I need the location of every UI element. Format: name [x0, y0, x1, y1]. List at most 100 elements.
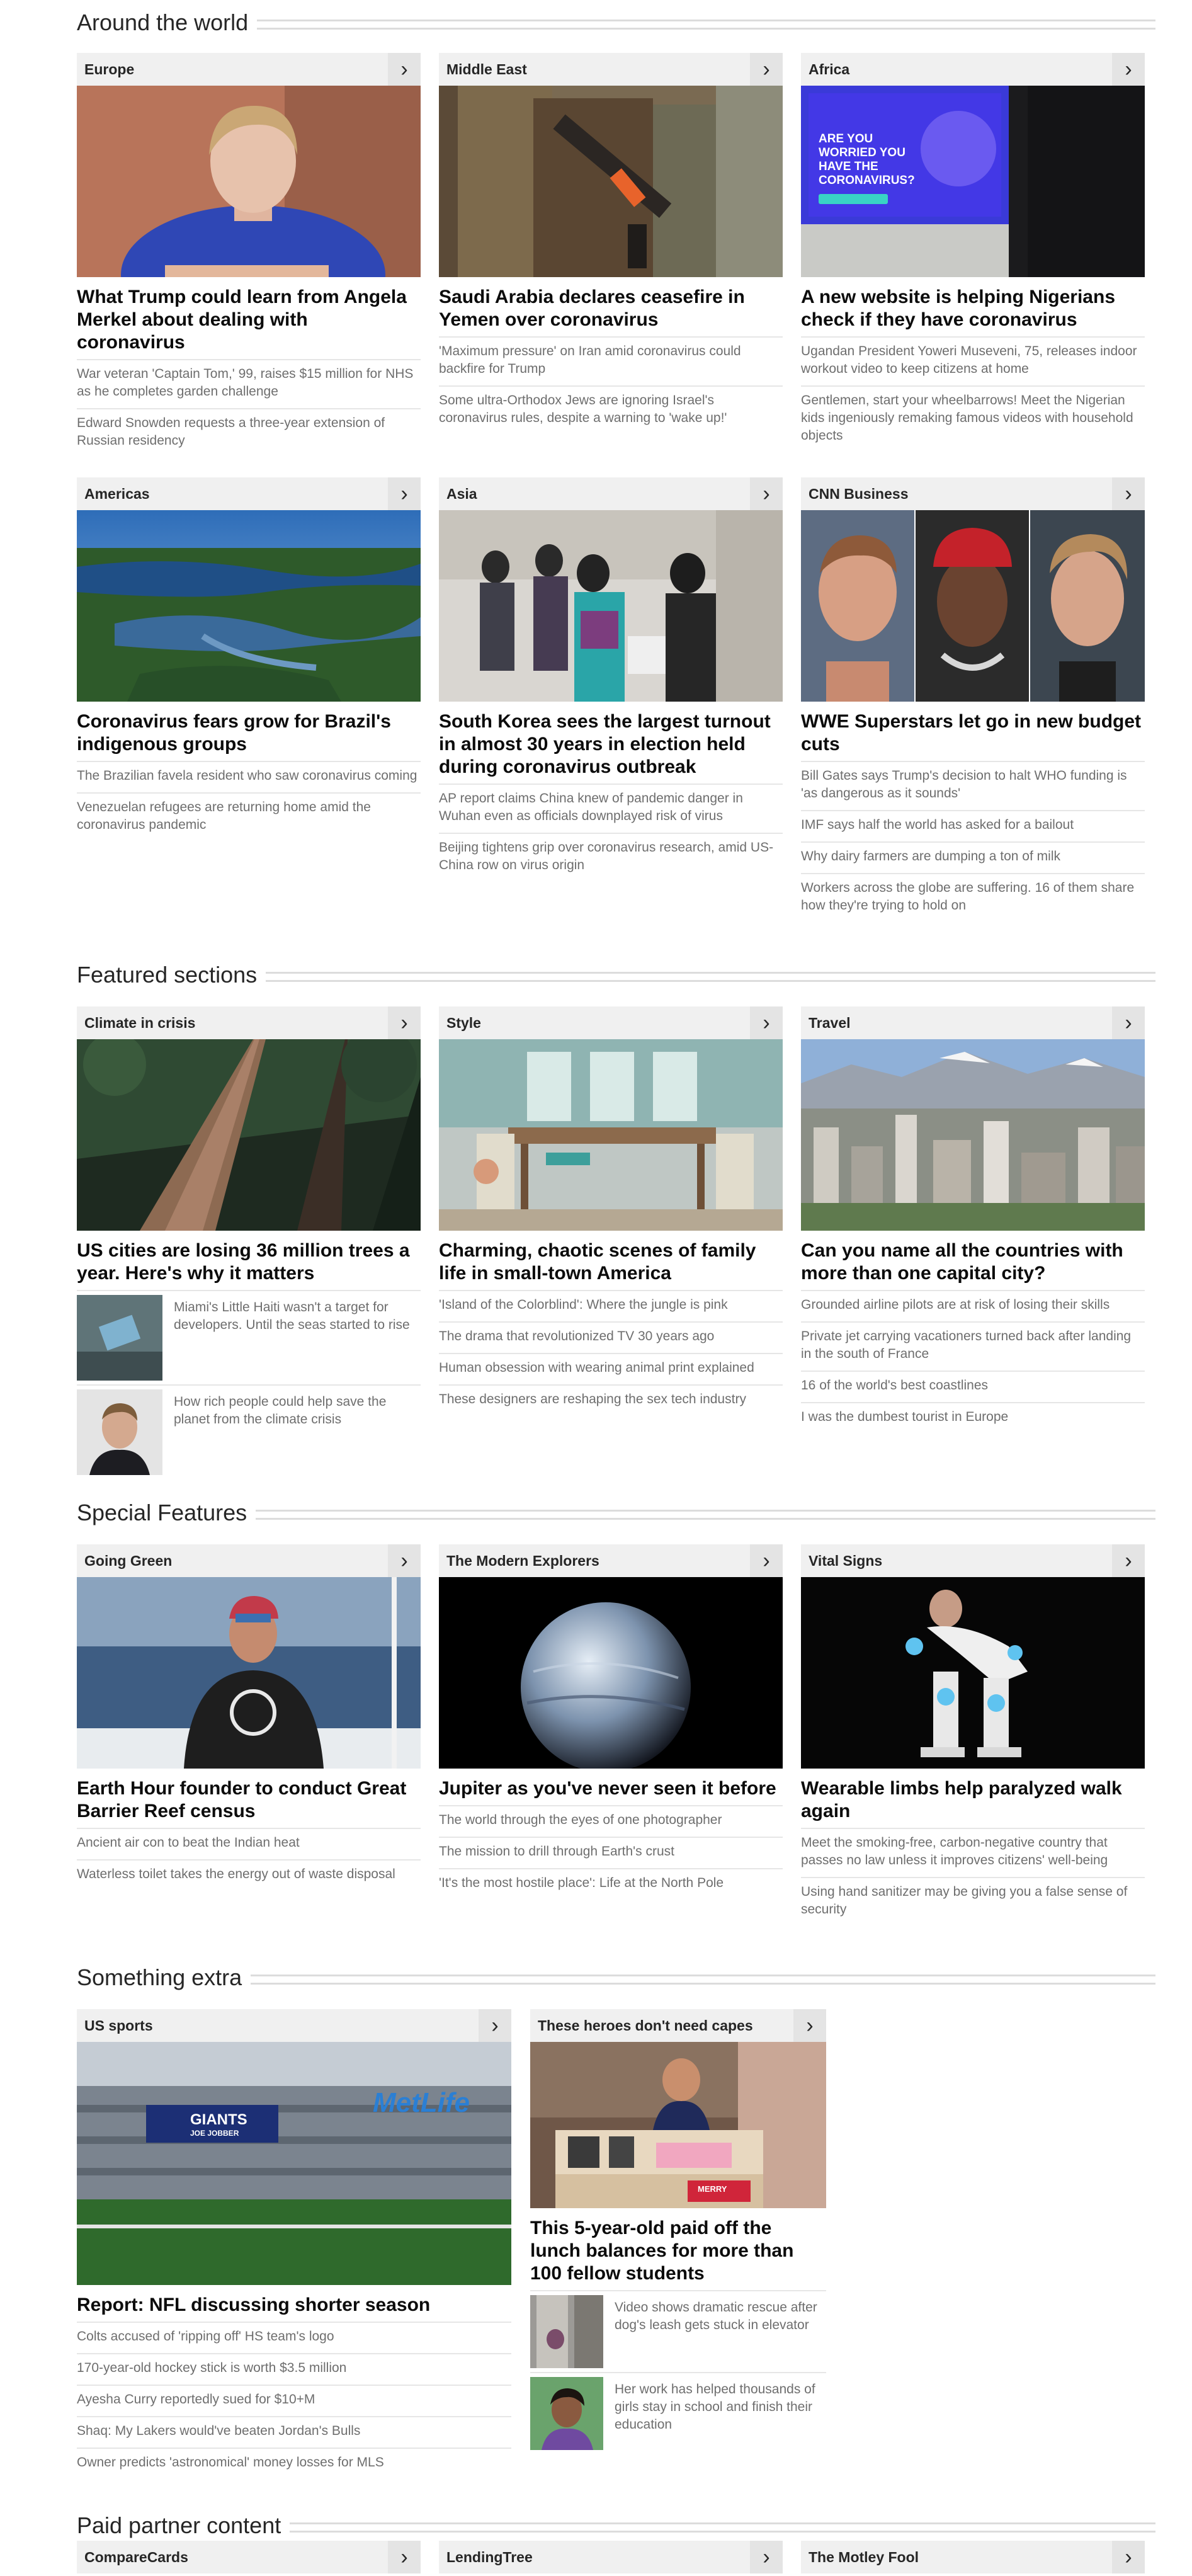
chevron-right-icon[interactable]: › — [388, 2541, 421, 2573]
story-link[interactable]: Some ultra-Orthodox Jews are ignoring Is… — [439, 385, 783, 435]
story-headline[interactable]: What Trump could learn from Angela Merke… — [77, 286, 421, 354]
story-link[interactable]: Bill Gates says Trump's decision to halt… — [801, 761, 1145, 810]
city-skyline-photo[interactable] — [801, 1039, 1145, 1231]
chevron-right-icon[interactable]: › — [1112, 2541, 1145, 2573]
story-headline[interactable]: US cities are losing 36 million trees a … — [77, 1240, 421, 1285]
zone-header-vital-signs[interactable]: Vital Signs › — [801, 1544, 1145, 1577]
story-link[interactable]: I was the dumbest tourist in Europe — [801, 1402, 1145, 1433]
story-headline[interactable]: WWE Superstars let go in new budget cuts — [801, 710, 1145, 756]
zone-header-climate[interactable]: Climate in crisis › — [77, 1006, 421, 1039]
thumb-story[interactable]: Video shows dramatic rescue after dog's … — [530, 2290, 826, 2372]
thumb-story[interactable]: How rich people could help save the plan… — [77, 1384, 421, 1479]
story-link[interactable]: AP report claims China knew of pandemic … — [439, 784, 783, 833]
story-headline[interactable]: Jupiter as you've never seen it before — [439, 1777, 783, 1800]
sailor-photo[interactable] — [77, 1577, 421, 1769]
story-link[interactable]: The world through the eyes of one photog… — [439, 1805, 783, 1837]
zone-header-africa[interactable]: Africa › — [801, 53, 1145, 86]
merkel-photo[interactable] — [77, 86, 421, 277]
chevron-right-icon[interactable]: › — [750, 53, 783, 86]
zone-header-asia[interactable]: Asia › — [439, 477, 783, 510]
chevron-right-icon[interactable]: › — [1112, 1544, 1145, 1577]
story-link[interactable]: Grounded airline pilots are at risk of l… — [801, 1290, 1145, 1321]
chevron-right-icon[interactable]: › — [388, 1544, 421, 1577]
story-link[interactable]: Using hand sanitizer may be giving you a… — [801, 1877, 1145, 1926]
chevron-right-icon[interactable]: › — [750, 477, 783, 510]
zone-header-middle-east[interactable]: Middle East › — [439, 53, 783, 86]
story-link[interactable]: 'It's the most hostile place': Life at t… — [439, 1868, 783, 1900]
chevron-right-icon[interactable]: › — [750, 1544, 783, 1577]
story-link[interactable]: The Brazilian favela resident who saw co… — [77, 761, 421, 792]
chevron-right-icon[interactable]: › — [1112, 53, 1145, 86]
zone-header-americas[interactable]: Americas › — [77, 477, 421, 510]
zone-header-lendingtree[interactable]: LendingTree › — [439, 2541, 783, 2573]
story-link[interactable]: Ancient air con to beat the Indian heat — [77, 1828, 421, 1859]
zone-header-motley-fool[interactable]: The Motley Fool › — [801, 2541, 1145, 2573]
story-headline[interactable]: Coronavirus fears grow for Brazil's indi… — [77, 710, 421, 756]
story-headline[interactable]: This 5-year-old paid off the lunch balan… — [530, 2217, 814, 2285]
soldiers-photo[interactable] — [439, 86, 783, 277]
story-headline[interactable]: Saudi Arabia declares ceasefire in Yemen… — [439, 286, 783, 331]
zone-header-travel[interactable]: Travel › — [801, 1006, 1145, 1039]
story-link[interactable]: Shaq: My Lakers would've beaten Jordan's… — [77, 2416, 511, 2448]
story-link[interactable]: Waterless toilet takes the energy out of… — [77, 1859, 421, 1891]
chevron-right-icon[interactable]: › — [388, 1006, 421, 1039]
jupiter-photo[interactable] — [439, 1577, 783, 1769]
chevron-right-icon[interactable]: › — [479, 2009, 511, 2042]
family-dining-photo[interactable] — [439, 1039, 783, 1231]
thumb-story-text[interactable]: Her work has helped thousands of girls s… — [612, 2377, 826, 2450]
story-headline[interactable]: A new website is helping Nigerians check… — [801, 286, 1145, 331]
actor-portrait-thumbnail[interactable] — [77, 1389, 162, 1475]
chevron-right-icon[interactable]: › — [750, 1006, 783, 1039]
story-link[interactable]: Workers across the globe are suffering. … — [801, 873, 1145, 922]
laptop-photo[interactable]: ARE YOU WORRIED YOU HAVE THE CORONAVIRUS… — [801, 86, 1145, 277]
story-link[interactable]: 16 of the world's best coastlines — [801, 1371, 1145, 1402]
story-link[interactable]: 170-year-old hockey stick is worth $3.5 … — [77, 2353, 511, 2385]
story-link[interactable]: Why dairy farmers are dumping a ton of m… — [801, 841, 1145, 873]
story-link[interactable]: War veteran 'Captain Tom,' 99, raises $1… — [77, 359, 421, 408]
zone-header-going-green[interactable]: Going Green › — [77, 1544, 421, 1577]
zone-header-modern-explorers[interactable]: The Modern Explorers › — [439, 1544, 783, 1577]
flooded-road-thumbnail[interactable] — [77, 1295, 162, 1381]
story-link[interactable]: Ayesha Curry reportedly sued for $10+M — [77, 2385, 511, 2416]
wrestlers-photo[interactable] — [801, 510, 1145, 702]
river-aerial-photo[interactable] — [77, 510, 421, 702]
zone-header-comparecards[interactable]: CompareCards › — [77, 2541, 421, 2573]
story-link[interactable]: 'Island of the Colorblind': Where the ju… — [439, 1290, 783, 1321]
story-link[interactable]: These designers are reshaping the sex te… — [439, 1384, 783, 1416]
story-link[interactable]: Meet the smoking-free, carbon-negative c… — [801, 1828, 1145, 1877]
woman-portrait-thumbnail[interactable] — [530, 2377, 603, 2450]
story-headline[interactable]: Report: NFL discussing shorter season — [77, 2294, 511, 2317]
story-link[interactable]: Human obsession with wearing animal prin… — [439, 1353, 783, 1384]
thumb-story-text[interactable]: Miami's Little Haiti wasn't a target for… — [171, 1295, 421, 1381]
zone-header-us-sports[interactable]: US sports › — [77, 2009, 511, 2042]
thumb-story[interactable]: Miami's Little Haiti wasn't a target for… — [77, 1290, 421, 1384]
story-link[interactable]: Owner predicts 'astronomical' money loss… — [77, 2448, 511, 2479]
chevron-right-icon[interactable]: › — [388, 53, 421, 86]
zone-header-style[interactable]: Style › — [439, 1006, 783, 1039]
story-link[interactable]: The mission to drill through Earth's cru… — [439, 1837, 783, 1868]
chevron-right-icon[interactable]: › — [1112, 477, 1145, 510]
elevator-thumbnail[interactable] — [530, 2295, 603, 2368]
story-link[interactable]: Private jet carrying vacationers turned … — [801, 1321, 1145, 1371]
election-queue-photo[interactable] — [439, 510, 783, 702]
stadium-photo[interactable]: MetLife GIANTS JOE JOBBER — [77, 2042, 511, 2285]
chevron-right-icon[interactable]: › — [793, 2009, 826, 2042]
story-link[interactable]: 'Maximum pressure' on Iran amid coronavi… — [439, 336, 783, 385]
story-link[interactable]: Edward Snowden requests a three-year ext… — [77, 408, 421, 457]
story-headline[interactable]: Charming, chaotic scenes of family life … — [439, 1240, 783, 1285]
zone-header-europe[interactable]: Europe › — [77, 53, 421, 86]
story-link[interactable]: Ugandan President Yoweri Museveni, 75, r… — [801, 336, 1145, 385]
exoskeleton-photo[interactable] — [801, 1577, 1145, 1769]
trees-photo[interactable] — [77, 1039, 421, 1231]
lemonade-stand-photo[interactable]: MERRY — [530, 2042, 826, 2208]
story-link[interactable]: Colts accused of 'ripping off' HS team's… — [77, 2322, 511, 2353]
zone-header-cnn-business[interactable]: CNN Business › — [801, 477, 1145, 510]
thumb-story[interactable]: Her work has helped thousands of girls s… — [530, 2372, 826, 2454]
chevron-right-icon[interactable]: › — [1112, 1006, 1145, 1039]
story-link[interactable]: IMF says half the world has asked for a … — [801, 810, 1145, 841]
zone-header-heroes[interactable]: These heroes don't need capes › — [530, 2009, 826, 2042]
story-link[interactable]: Venezuelan refugees are returning home a… — [77, 792, 421, 841]
chevron-right-icon[interactable]: › — [388, 477, 421, 510]
story-headline[interactable]: South Korea sees the largest turnout in … — [439, 710, 783, 778]
thumb-story-text[interactable]: How rich people could help save the plan… — [171, 1389, 421, 1475]
